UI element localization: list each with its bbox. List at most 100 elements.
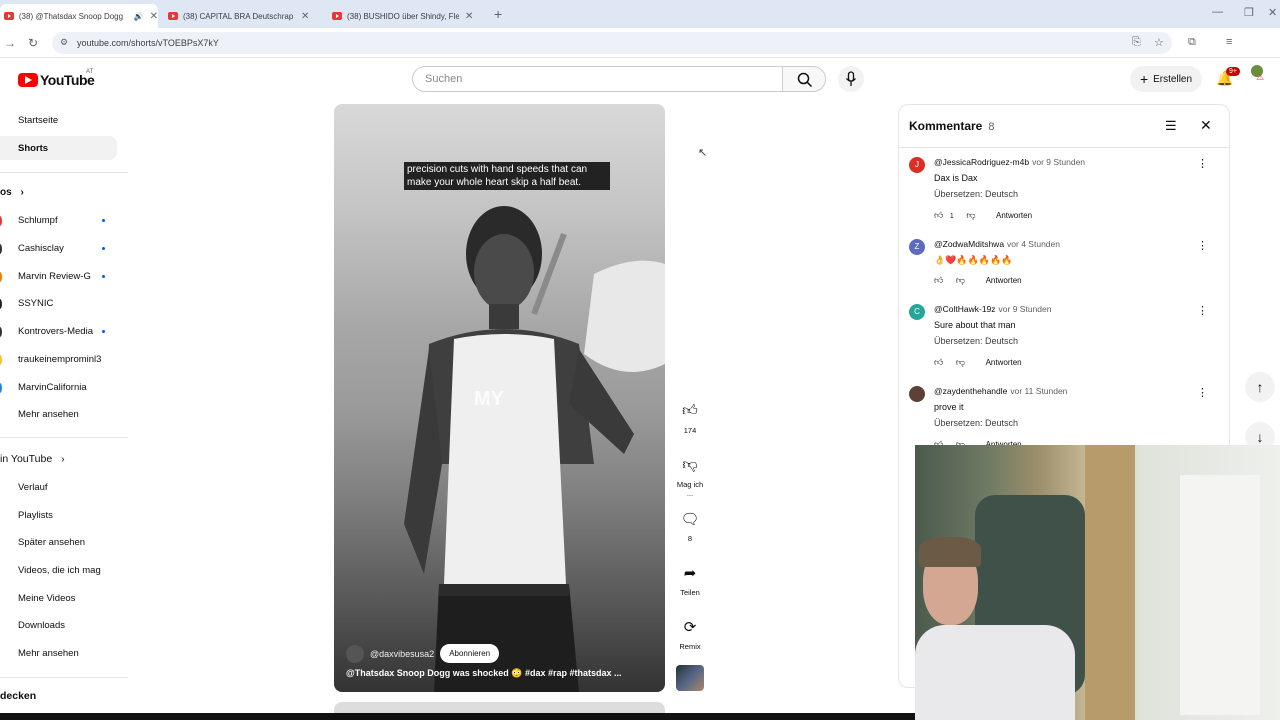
browser-tab-2[interactable]: (38) CAPITAL BRA Deutschrap H ✕ [164,4,322,28]
notifications-button[interactable]: 🔔 9+ [1216,67,1240,88]
sidebar-subscription[interactable]: Schlumpf [18,215,58,226]
minimize-icon[interactable]: — [1212,6,1223,18]
extensions-icon[interactable]: ⧉ [1188,36,1196,49]
more-options-icon[interactable]: ⋮ [1197,239,1208,252]
previous-short-button[interactable]: ↑ [1245,372,1275,402]
webcam-background-door [1085,445,1135,720]
dislike-button[interactable]: 👎︎ Mag ich ... [675,456,705,498]
comment-author[interactable]: @JessicaRodriguez-m4b vor 9 Stunden [934,157,1085,167]
sidebar-item-shorts[interactable]: Shorts [18,143,48,154]
media-control-icon[interactable]: ≡ [1226,36,1232,48]
share-button[interactable]: ➦ Teilen [675,564,705,597]
search-icon [797,72,813,88]
translate-link[interactable]: Übersetzen: Deutsch [934,336,1018,346]
comment-author[interactable]: @zaydenthehandle vor 11 Stunden [934,386,1067,396]
reply-button[interactable]: Antworten [986,276,1022,285]
more-options-icon[interactable]: ⋮ [1197,157,1208,170]
sidebar-subscription[interactable]: traukeinemprominl3 [18,354,101,365]
search-input[interactable] [425,67,765,91]
short-video-player[interactable]: precision cuts with hand speeds that can… [334,104,665,692]
close-tab-icon[interactable]: ✕ [150,11,158,22]
sidebar-subscription[interactable]: Kontrovers-Media [18,326,93,337]
thumb-down-icon[interactable]: 👎︎ [966,210,975,220]
video-description[interactable]: @Thatsdax Snoop Dogg was shocked 😳 #dax … [346,668,622,679]
bookmark-star-icon[interactable]: ☆ [1154,36,1164,49]
comment-time: vor 9 Stunden [1032,157,1086,167]
thumb-up-icon[interactable]: 👍︎ [934,210,943,220]
site-info-icon[interactable]: ⚙ [60,37,68,48]
reply-button[interactable]: Antworten [996,211,1032,220]
voice-search-button[interactable] [838,66,864,92]
bottom-dark-strip [0,713,915,720]
close-tab-icon[interactable]: ✕ [301,11,309,22]
url-field[interactable]: ⚙ youtube.com/shorts/vTOEBPsX7kY [52,32,1172,54]
sidebar-more-subscriptions[interactable]: Mehr ansehen [18,409,79,420]
tab-title: (38) @Thatsdax Snoop Dogg [18,11,124,21]
more-options-icon[interactable]: ⋮ [1197,304,1208,317]
thumb-down-icon[interactable]: 👎︎ [956,357,965,367]
commenter-avatar[interactable]: Z [909,239,925,255]
maximize-icon[interactable]: ❐ [1244,6,1254,19]
channel-avatar [0,355,2,365]
account-avatar-icon[interactable]: ⚠ [1256,72,1264,83]
subscriptions-header[interactable]: os › [0,187,24,198]
comment-text: Dax is Dax [934,173,978,183]
reload-icon[interactable]: ↻ [28,36,38,50]
browser-tab-3[interactable]: (38) BUSHIDO über Shindy, Fle ✕ [328,4,486,28]
sidebar-item-home[interactable]: Startseite [18,115,58,126]
sidebar-subscription[interactable]: Marvin Review-G [18,271,91,282]
close-window-icon[interactable]: ✕ [1268,6,1277,19]
commenter-avatar[interactable] [909,386,925,402]
comment-author[interactable]: @ZodwaMditshwa vor 4 Stunden [934,239,1060,249]
sidebar-subscription[interactable]: MarvinCalifornia [18,382,87,393]
search-button[interactable] [782,66,826,92]
reply-button[interactable]: Antworten [986,358,1022,367]
comment-author[interactable]: @ColtHawk-19z vor 9 Stunden [934,304,1051,314]
commenter-avatar[interactable]: C [909,304,925,320]
close-comments-icon[interactable]: ✕ [1200,117,1212,134]
install-app-icon[interactable]: ⎘ [1132,36,1141,49]
translate-link[interactable]: Übersetzen: Deutsch [934,189,1018,199]
audio-playing-icon[interactable]: 🔊 [134,12,144,21]
remix-button[interactable]: ⟳ Remix [675,618,705,651]
more-options-icon[interactable]: ⋮ [1197,386,1208,399]
search-box[interactable] [412,66,783,92]
sidebar-item-history[interactable]: Verlauf [18,482,48,493]
browser-tab-1[interactable]: (38) @Thatsdax Snoop Dogg 🔊 ✕ [0,4,158,28]
sidebar-item-playlists[interactable]: Playlists [18,510,53,521]
sidebar-item-downloads[interactable]: Downloads [18,620,65,631]
forward-icon[interactable]: → [4,36,16,50]
you-section-header[interactable]: in YouTube › [0,453,65,465]
comments-title: Kommentare [909,119,983,133]
channel-avatar[interactable] [346,644,364,663]
like-button[interactable]: 👍︎ 174 [675,402,705,435]
close-tab-icon[interactable]: ✕ [465,11,473,22]
create-button[interactable]: + Erstellen [1130,66,1202,92]
youtube-logo[interactable]: YouTube AT [18,69,95,88]
subscribe-button[interactable]: Abonnieren [440,644,500,663]
thumb-up-icon[interactable]: 👍︎ [934,275,943,285]
thumb-down-icon[interactable]: 👎︎ [956,275,965,285]
commenter-avatar[interactable]: J [909,157,925,173]
thumb-up-icon[interactable]: 👍︎ [934,357,943,367]
arrow-up-icon: ↑ [1256,379,1264,395]
sidebar-item-show-more[interactable]: Mehr ansehen [18,648,79,659]
sidebar-subscription[interactable]: SSYNIC [18,298,53,309]
comments-divider [899,147,1229,148]
channel-avatar [0,216,2,226]
create-label: Erstellen [1153,73,1193,85]
sidebar-item-my-videos[interactable]: Meine Videos [18,593,75,604]
webcam-overlay [915,445,1280,720]
youtube-favicon-icon [332,12,342,20]
sidebar-item-liked-videos[interactable]: Videos, die ich mag [18,565,101,576]
sidebar-subscription[interactable]: Cashisclay [18,243,64,254]
sort-icon[interactable]: ☰ [1165,118,1177,134]
comments-button[interactable]: 🗨︎ 8 [675,510,705,543]
new-tab-button[interactable]: + [494,6,502,22]
channel-name[interactable]: @daxvibesusa2 [370,649,434,659]
sound-thumbnail[interactable] [676,665,704,691]
comment-actions: 👍︎ 1 👎︎ Antworten [934,210,1032,221]
like-count: 174 [683,426,697,435]
sidebar-item-watch-later[interactable]: Später ansehen [18,537,85,548]
translate-link[interactable]: Übersetzen: Deutsch [934,418,1018,428]
